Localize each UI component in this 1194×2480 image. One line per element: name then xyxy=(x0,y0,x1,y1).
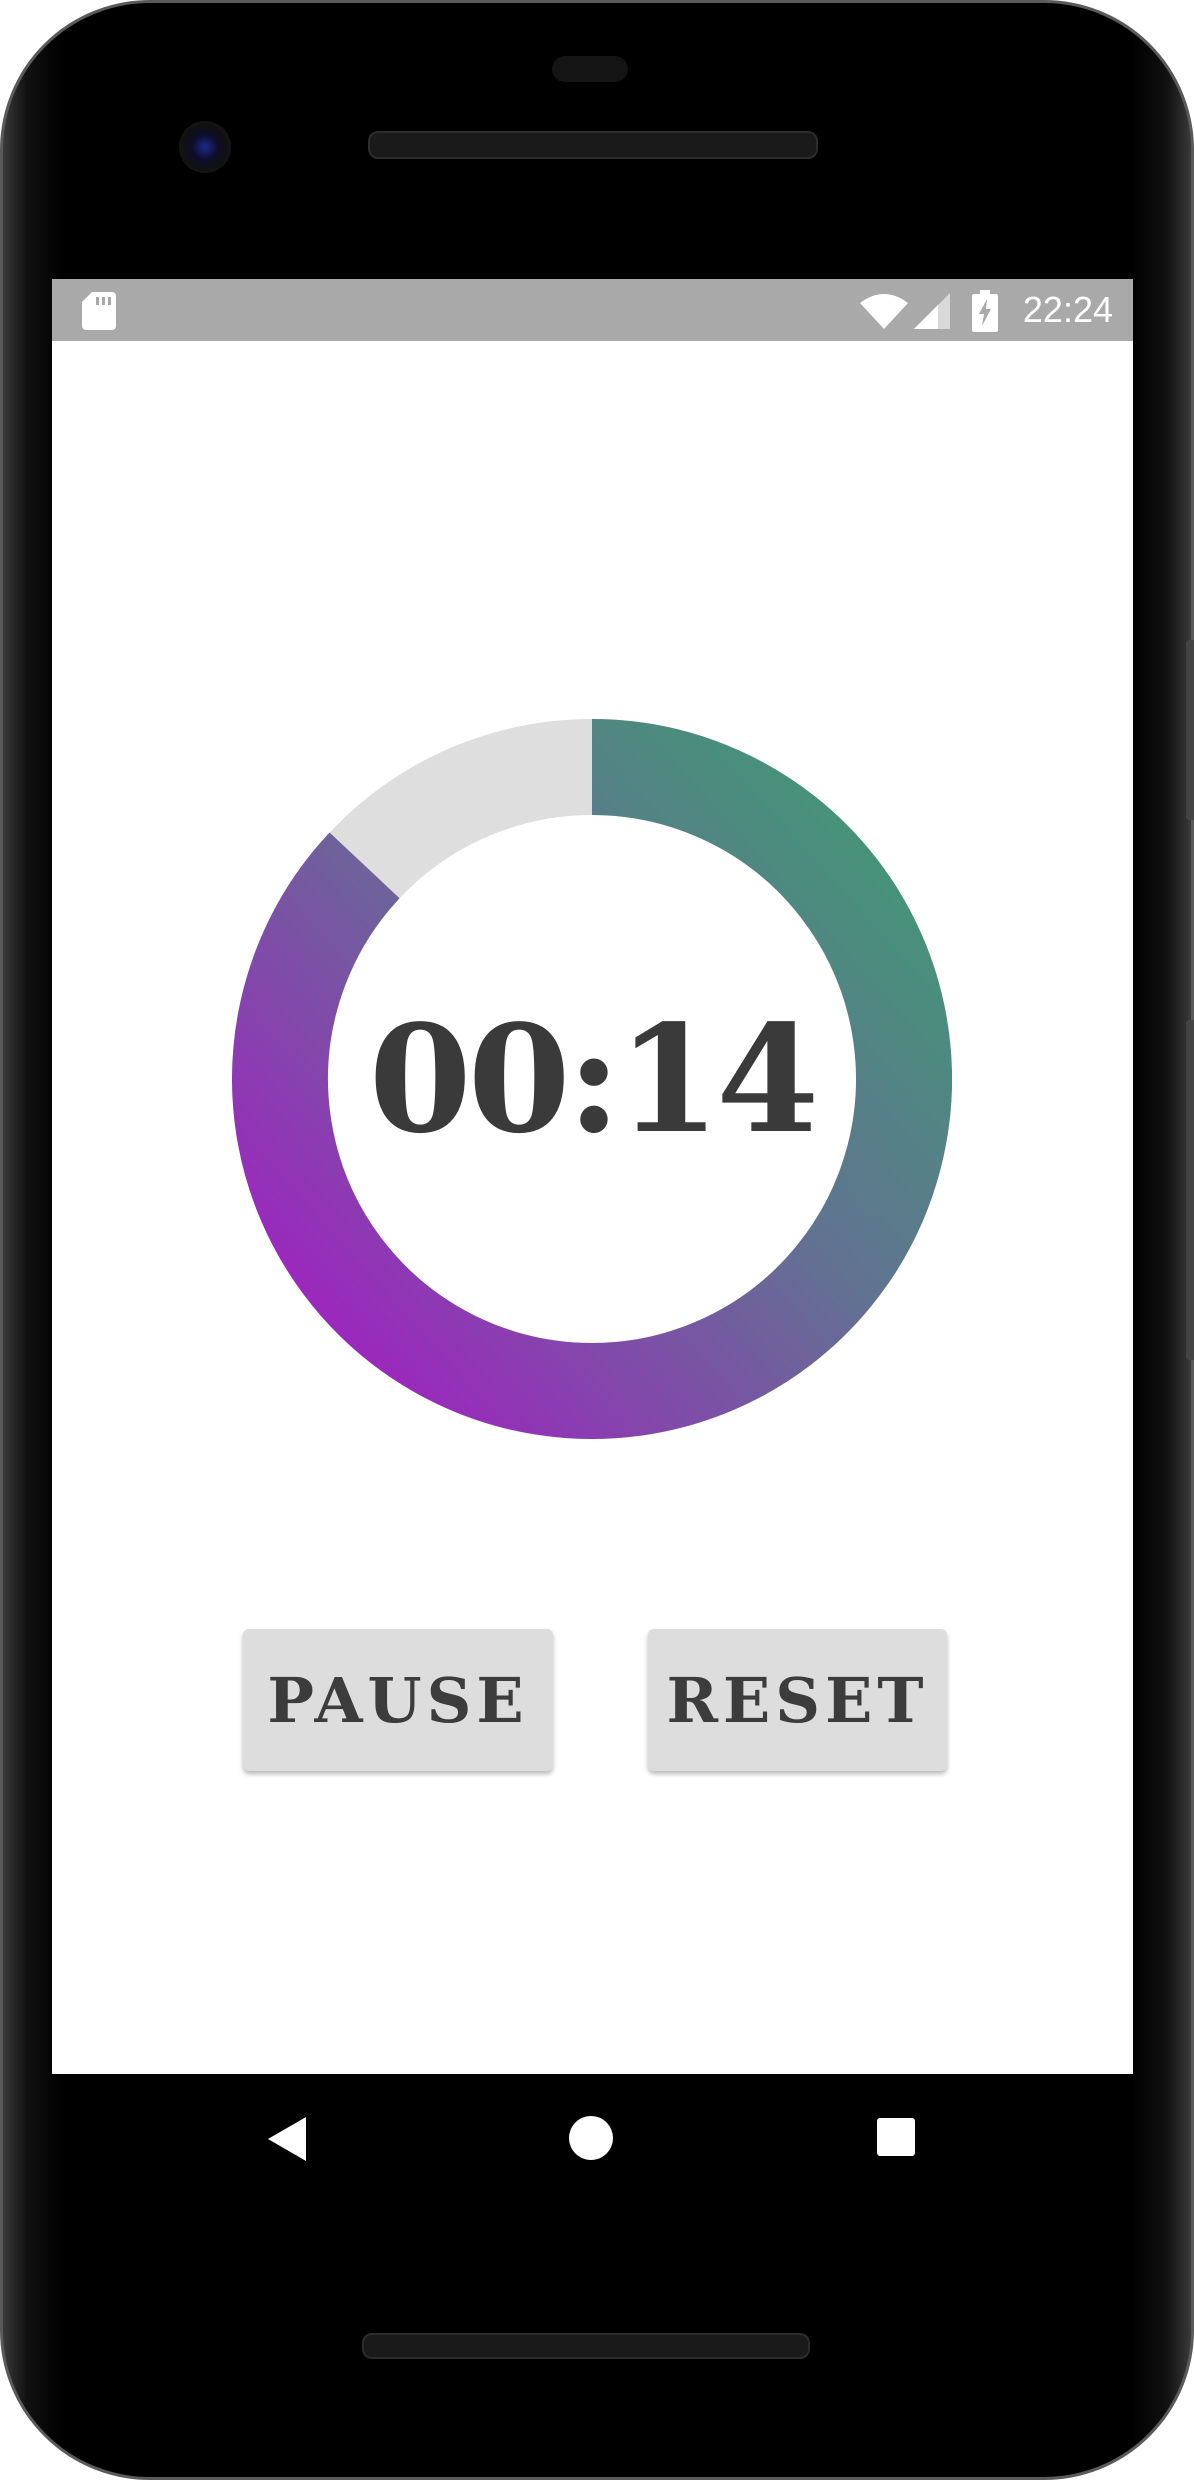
status-bar: 22:24 xyxy=(52,279,1133,341)
cell-signal-icon xyxy=(914,293,950,329)
home-icon[interactable] xyxy=(569,2116,613,2160)
back-icon[interactable] xyxy=(268,2117,306,2161)
reset-button[interactable]: RESET xyxy=(648,1629,947,1771)
phone-device: 22:24 00:14 PAUSE RESET xyxy=(0,0,1194,2480)
proximity-sensor xyxy=(552,56,628,82)
bottom-speaker xyxy=(362,2333,810,2359)
sd-card-icon xyxy=(82,292,116,330)
timer-display: 00:14 xyxy=(368,992,820,1166)
status-time: 22:24 xyxy=(1022,289,1113,330)
volume-rocker xyxy=(1186,1020,1194,1360)
power-button xyxy=(1186,640,1194,820)
pause-button[interactable]: PAUSE xyxy=(243,1629,553,1771)
front-camera-icon xyxy=(179,121,231,173)
earpiece-speaker xyxy=(368,131,818,159)
recents-icon[interactable] xyxy=(877,2118,915,2156)
battery-charging-icon xyxy=(972,290,998,332)
app-screen: 22:24 00:14 PAUSE RESET xyxy=(52,279,1133,2074)
wifi-icon xyxy=(860,294,908,329)
